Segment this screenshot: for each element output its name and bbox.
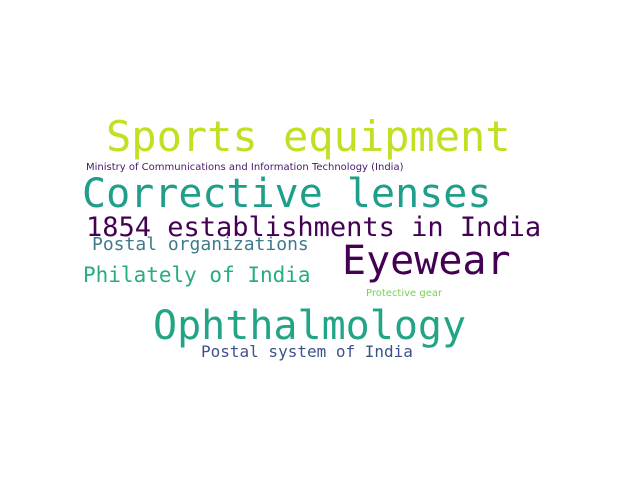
word-sports-equipment: Sports equipment xyxy=(106,112,511,161)
word-eyewear: Eyewear xyxy=(342,238,511,284)
word-ophthalmology: Ophthalmology xyxy=(153,303,467,349)
word-cloud: Sports equipment Ministry of Communicati… xyxy=(0,0,640,480)
word-postal-system-of-india: Postal system of India xyxy=(201,342,413,361)
word-corrective-lenses: Corrective lenses xyxy=(82,171,492,217)
word-philately-of-india: Philately of India xyxy=(83,263,311,287)
word-protective-gear: Protective gear xyxy=(366,288,443,299)
word-postal-organizations: Postal organizations xyxy=(92,234,309,255)
